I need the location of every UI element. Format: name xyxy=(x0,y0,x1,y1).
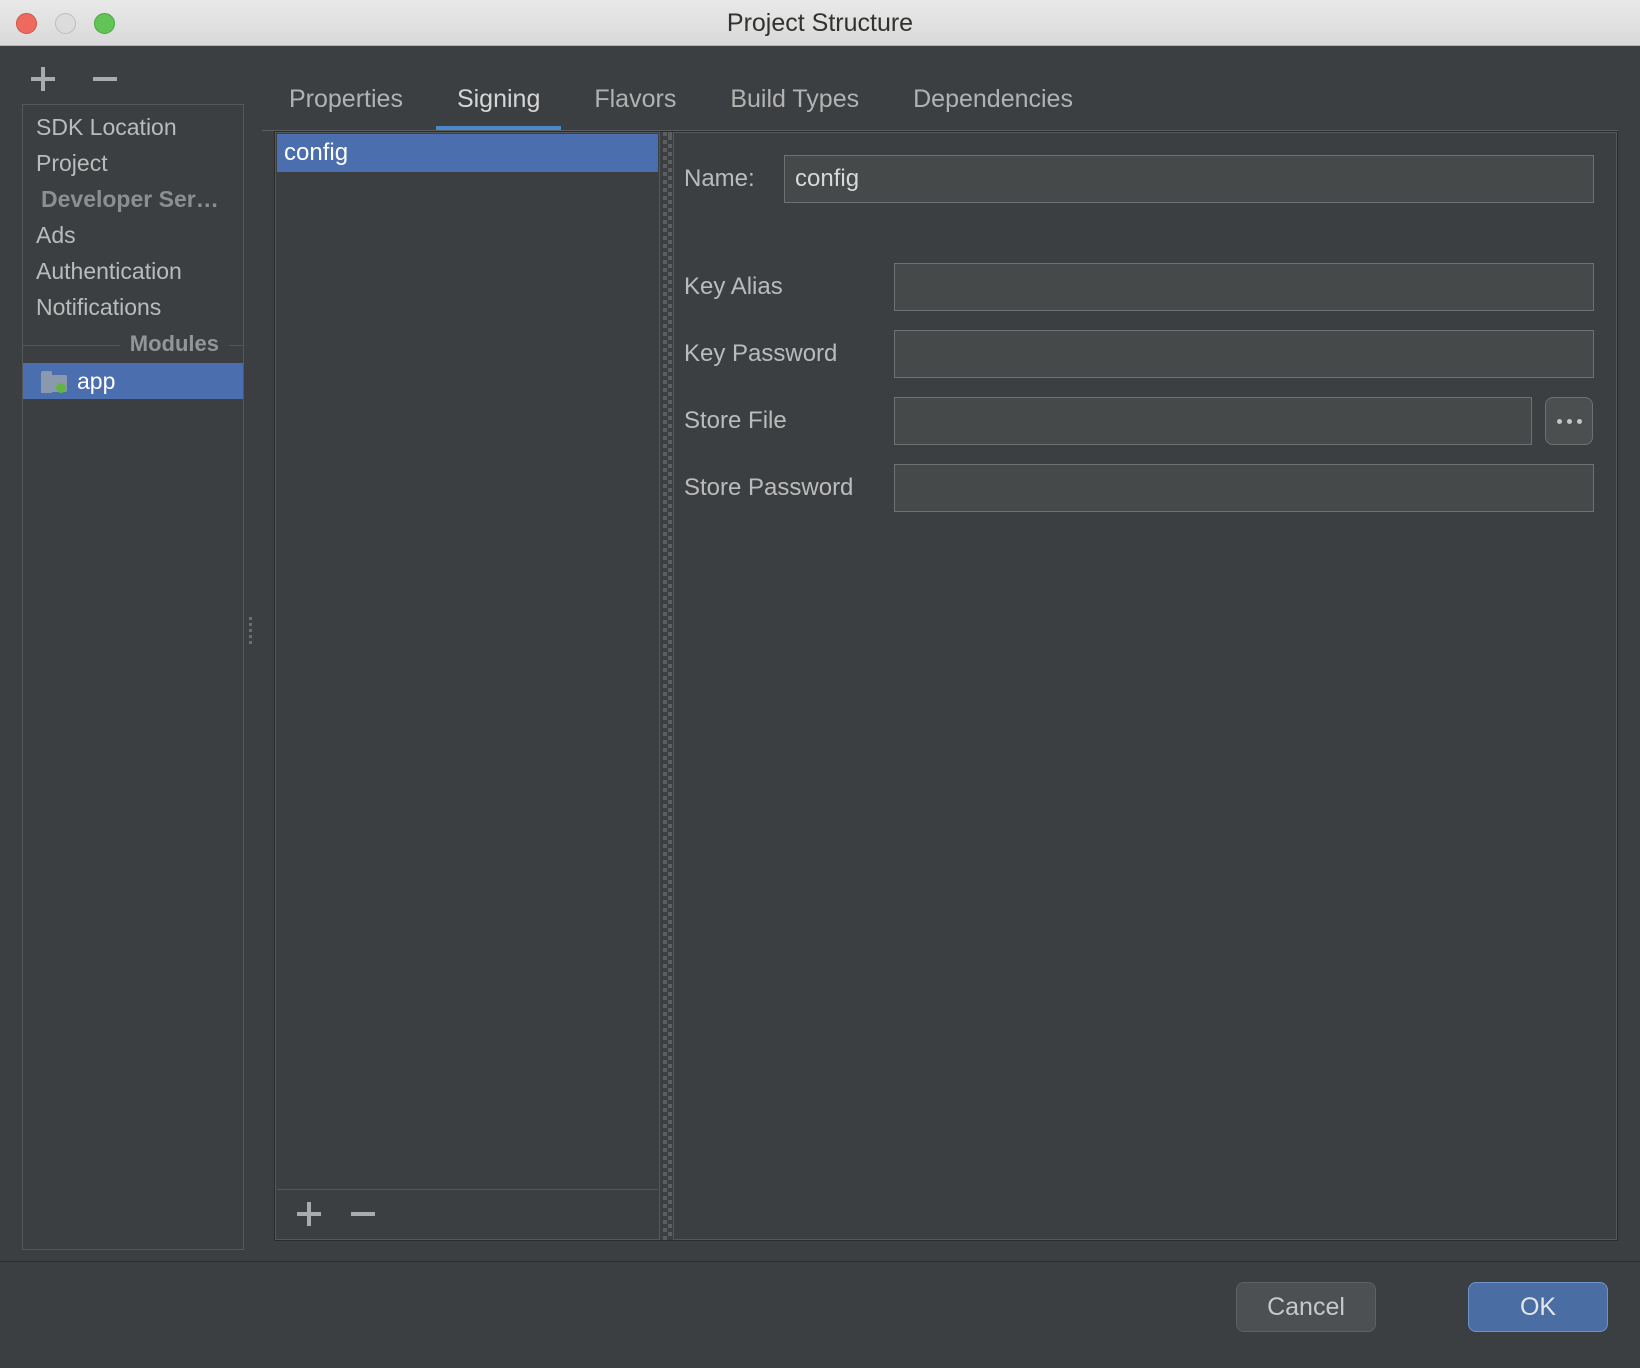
signing-tab-content: config Name: Key Alias xyxy=(274,131,1618,1241)
sidebar-item-developer-services[interactable]: Developer Ser… xyxy=(23,181,243,217)
signing-configs-toolbar xyxy=(277,1189,658,1238)
signing-configs-list: config xyxy=(277,134,658,1190)
ellipsis-icon xyxy=(1556,418,1562,424)
dialog-body: SDK Location Project Developer Ser… Ads … xyxy=(0,46,1640,1368)
store-password-label: Store Password xyxy=(684,474,854,501)
store-file-label: Store File xyxy=(684,407,787,434)
divider-line xyxy=(229,344,243,346)
store-file-input[interactable] xyxy=(894,397,1532,445)
field-row-name: Name: xyxy=(684,155,1594,203)
signing-configs-panel: config xyxy=(275,132,660,1240)
ellipsis-icon xyxy=(1576,418,1582,424)
tab-label: Properties xyxy=(289,85,403,113)
sidebar: SDK Location Project Developer Ser… Ads … xyxy=(22,104,244,1250)
tab-label: Flavors xyxy=(594,85,677,113)
sidebar-toolbar xyxy=(26,56,236,102)
divider-line xyxy=(23,344,120,346)
sidebar-item-project[interactable]: Project xyxy=(23,145,243,181)
folder-icon xyxy=(41,370,67,393)
sidebar-group-modules: Modules xyxy=(23,325,243,363)
name-label: Name: xyxy=(684,165,755,192)
sidebar-item-authentication[interactable]: Authentication xyxy=(23,253,243,289)
field-row-key-password: Key Password xyxy=(684,330,1594,378)
sidebar-item-ads[interactable]: Ads xyxy=(23,217,243,253)
signing-config-form: Name: Key Alias Key Password Store File … xyxy=(673,132,1617,1240)
name-input[interactable] xyxy=(784,155,1594,203)
tab-label: Signing xyxy=(456,85,541,113)
field-row-store-password: Store Password xyxy=(684,464,1594,512)
ok-button[interactable]: OK xyxy=(1468,1282,1608,1332)
tab-signing[interactable]: Signing xyxy=(430,85,567,130)
add-module-button[interactable] xyxy=(26,62,60,96)
remove-module-button[interactable] xyxy=(88,62,122,96)
remove-signing-config-button[interactable] xyxy=(347,1198,379,1230)
field-row-key-alias: Key Alias xyxy=(684,263,1594,311)
list-item[interactable]: config xyxy=(277,134,658,172)
sidebar-item-notifications[interactable]: Notifications xyxy=(23,289,243,325)
tab-properties[interactable]: Properties xyxy=(262,85,430,130)
sidebar-item-label: app xyxy=(77,368,116,394)
window-titlebar: Project Structure xyxy=(0,0,1640,46)
key-password-label: Key Password xyxy=(684,340,838,367)
tab-bar: Properties Signing Flavors Build Types D… xyxy=(262,54,1618,130)
dialog-footer: Cancel OK xyxy=(0,1262,1640,1368)
sidebar-splitter-handle[interactable] xyxy=(247,614,255,644)
add-signing-config-button[interactable] xyxy=(293,1198,325,1230)
key-alias-input[interactable] xyxy=(894,263,1594,311)
store-file-browse-button[interactable] xyxy=(1545,397,1593,445)
key-password-input[interactable] xyxy=(894,330,1594,378)
tab-label: Dependencies xyxy=(913,85,1073,113)
store-password-input[interactable] xyxy=(894,464,1594,512)
sidebar-group-label: Modules xyxy=(129,331,219,356)
ellipsis-icon xyxy=(1566,418,1572,424)
key-alias-label: Key Alias xyxy=(684,273,783,300)
tab-label: Build Types xyxy=(730,85,860,113)
cancel-button[interactable]: Cancel xyxy=(1236,1282,1376,1332)
panel-splitter-handle[interactable] xyxy=(661,132,673,1240)
sidebar-item-sdk-location[interactable]: SDK Location xyxy=(23,109,243,145)
tab-flavors[interactable]: Flavors xyxy=(567,85,703,130)
field-row-store-file: Store File xyxy=(684,397,1593,445)
sidebar-item-app[interactable]: app xyxy=(23,363,243,399)
tab-build-types[interactable]: Build Types xyxy=(703,85,886,130)
window-title: Project Structure xyxy=(726,9,914,37)
tab-dependencies[interactable]: Dependencies xyxy=(886,85,1100,130)
